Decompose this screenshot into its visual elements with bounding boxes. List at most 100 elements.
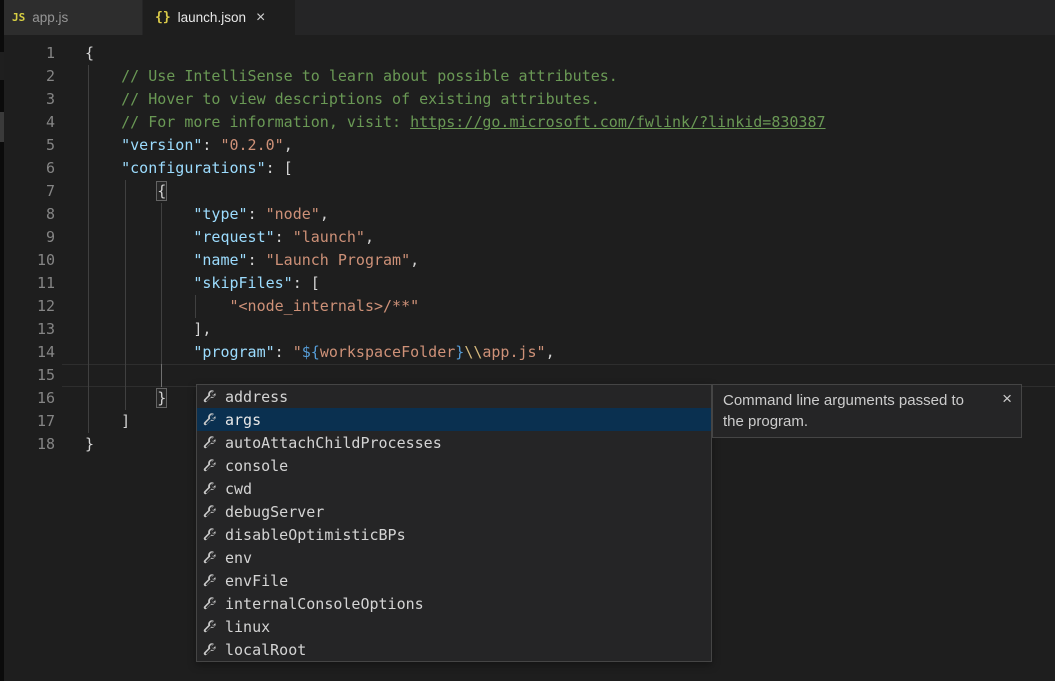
token — [85, 389, 157, 407]
suggest-item-console[interactable]: console — [197, 454, 711, 477]
suggest-item-disableOptimisticBPs[interactable]: disableOptimisticBPs — [197, 523, 711, 546]
line-number[interactable]: 3 — [0, 88, 55, 111]
wrench-property-icon — [203, 412, 218, 427]
code-line[interactable]: 4 // For more information, visit: https:… — [0, 111, 1055, 134]
token — [85, 182, 157, 200]
code-text: } — [85, 387, 166, 410]
suggest-label: address — [225, 388, 288, 406]
line-number[interactable]: 11 — [0, 272, 55, 295]
suggest-label: autoAttachChildProcesses — [225, 434, 442, 452]
line-number[interactable]: 14 — [0, 341, 55, 364]
line-number[interactable]: 1 — [0, 42, 55, 65]
code-line[interactable]: 12 "<node_internals>/**" — [0, 295, 1055, 318]
token: : — [248, 251, 266, 269]
token: : — [248, 205, 266, 223]
code-line[interactable]: 10 "name": "Launch Program", — [0, 249, 1055, 272]
suggest-item-envFile[interactable]: envFile — [197, 569, 711, 592]
line-number[interactable]: 12 — [0, 295, 55, 318]
token: } — [455, 343, 464, 361]
link[interactable]: https://go.microsoft.com/fwlink/?linkid=… — [410, 113, 825, 131]
token — [85, 343, 193, 361]
code-text: "skipFiles": [ — [85, 272, 320, 295]
line-number[interactable]: 6 — [0, 157, 55, 180]
line-number[interactable]: 9 — [0, 226, 55, 249]
line-number[interactable]: 7 — [0, 180, 55, 203]
code-text: ], — [85, 318, 211, 341]
token: // Hover to view descriptions of existin… — [85, 90, 600, 108]
matched-bracket: } — [156, 388, 167, 408]
code-line[interactable]: 9 "request": "launch", — [0, 226, 1055, 249]
suggest-details-tooltip: Command line arguments passed to the pro… — [712, 384, 1022, 438]
suggest-item-debugServer[interactable]: debugServer — [197, 500, 711, 523]
code-line[interactable]: 1{ — [0, 42, 1055, 65]
wrench-property-icon — [203, 573, 218, 588]
tab-app-js[interactable]: JS app.js — [0, 0, 143, 35]
token: "launch" — [293, 228, 365, 246]
line-number[interactable]: 10 — [0, 249, 55, 272]
vscode-window: JS app.js {} launch.json × 1{2 // Use In… — [0, 0, 1055, 681]
token: } — [85, 435, 94, 453]
token: "request" — [193, 228, 274, 246]
line-number[interactable]: 15 — [0, 364, 55, 387]
wrench-property-icon — [203, 481, 218, 496]
token: workspaceFolder — [320, 343, 455, 361]
suggest-label: env — [225, 549, 252, 567]
indent-guide — [88, 364, 89, 387]
suggest-item-localRoot[interactable]: localRoot — [197, 638, 711, 661]
line-number[interactable]: 4 — [0, 111, 55, 134]
code-line[interactable]: 2 // Use IntelliSense to learn about pos… — [0, 65, 1055, 88]
line-number[interactable]: 8 — [0, 203, 55, 226]
token: app.js" — [482, 343, 545, 361]
suggest-item-args[interactable]: args — [197, 408, 711, 431]
tab-label: app.js — [32, 10, 68, 25]
code-line[interactable]: 8 "type": "node", — [0, 203, 1055, 226]
token: // For more information, visit: — [85, 113, 410, 131]
code-line[interactable]: 3 // Hover to view descriptions of exist… — [0, 88, 1055, 111]
suggest-item-linux[interactable]: linux — [197, 615, 711, 638]
token: ] — [85, 412, 130, 430]
code-text: "type": "node", — [85, 203, 329, 226]
suggest-label: disableOptimisticBPs — [225, 526, 406, 544]
code-text: { — [85, 180, 166, 203]
line-number[interactable]: 5 — [0, 134, 55, 157]
close-tab-icon[interactable]: × — [256, 10, 265, 26]
tab-launch-json[interactable]: {} launch.json × — [143, 0, 295, 35]
token: ${ — [302, 343, 320, 361]
suggest-label: console — [225, 457, 288, 475]
line-number[interactable]: 18 — [0, 433, 55, 456]
matched-bracket: { — [156, 181, 167, 201]
suggest-widget: address args autoAttachChildProcesses conso… — [196, 384, 712, 662]
tooltip-text: Command line arguments passed to the pro… — [723, 390, 975, 432]
left-edge-strip — [0, 0, 4, 681]
token: "version" — [121, 136, 202, 154]
tab-label: launch.json — [178, 10, 246, 25]
line-number[interactable]: 2 — [0, 65, 55, 88]
line-number[interactable]: 17 — [0, 410, 55, 433]
close-icon[interactable]: × — [1002, 390, 1012, 407]
suggest-item-env[interactable]: env — [197, 546, 711, 569]
line-number[interactable]: 13 — [0, 318, 55, 341]
suggest-item-cwd[interactable]: cwd — [197, 477, 711, 500]
code-line[interactable]: 11 "skipFiles": [ — [0, 272, 1055, 295]
token: " — [293, 343, 302, 361]
suggest-label: envFile — [225, 572, 288, 590]
suggest-item-address[interactable]: address — [197, 385, 711, 408]
token: "0.2.0" — [220, 136, 283, 154]
code-text: "name": "Launch Program", — [85, 249, 419, 272]
code-line[interactable]: 14 "program": "${workspaceFolder}\\app.j… — [0, 341, 1055, 364]
code-line[interactable]: 7 { — [0, 180, 1055, 203]
token: : — [275, 343, 293, 361]
wrench-property-icon — [203, 435, 218, 450]
token: , — [410, 251, 419, 269]
token — [85, 228, 193, 246]
code-line[interactable]: 13 ], — [0, 318, 1055, 341]
code-text: // For more information, visit: https://… — [85, 111, 826, 134]
token: , — [365, 228, 374, 246]
line-number[interactable]: 16 — [0, 387, 55, 410]
token: \\ — [464, 343, 482, 361]
suggest-item-autoAttachChildProcesses[interactable]: autoAttachChildProcesses — [197, 431, 711, 454]
code-line[interactable]: 6 "configurations": [ — [0, 157, 1055, 180]
code-line[interactable]: 5 "version": "0.2.0", — [0, 134, 1055, 157]
token: "type" — [193, 205, 247, 223]
suggest-item-internalConsoleOptions[interactable]: internalConsoleOptions — [197, 592, 711, 615]
